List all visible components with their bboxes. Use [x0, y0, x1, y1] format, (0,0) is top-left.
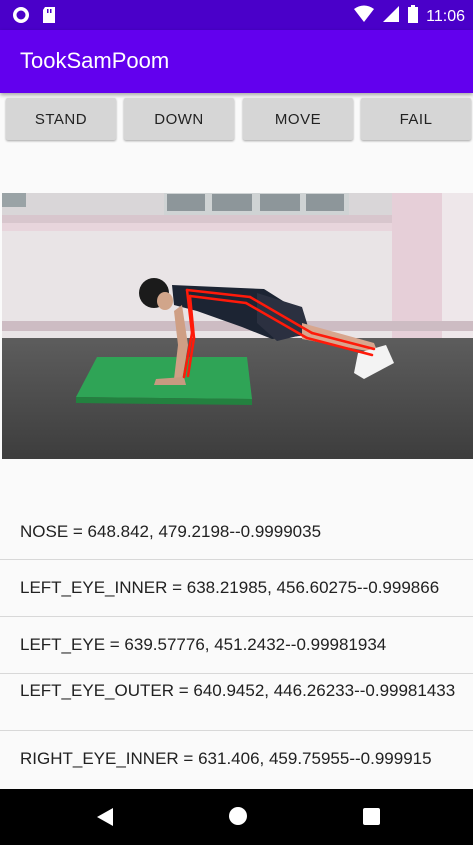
wifi-icon — [354, 5, 375, 28]
app-title: TookSamPoom — [20, 48, 170, 73]
recents-icon[interactable] — [363, 808, 380, 830]
list-item-text: RIGHT_EYE_INNER = 631.406, 459.75955--0.… — [20, 749, 432, 768]
list-item-text: NOSE = 648.842, 479.2198--0.9999035 — [20, 522, 322, 541]
stand-button[interactable]: STAND — [6, 98, 116, 140]
button-row: STAND DOWN MOVE FAIL — [0, 98, 473, 142]
status-right: 11:06 — [354, 5, 465, 28]
move-button[interactable]: MOVE — [243, 98, 353, 140]
sd-card-icon — [42, 6, 56, 29]
list-item-text: LEFT_EYE = 639.57776, 451.2432--0.999819… — [20, 635, 387, 654]
battery-icon — [408, 5, 419, 28]
signal-icon — [382, 5, 400, 28]
status-left — [12, 6, 56, 29]
list-item: RIGHT_EYE_INNER = 631.406, 459.75955--0.… — [0, 731, 473, 787]
back-icon[interactable] — [96, 807, 114, 832]
list-item-text: LEFT_EYE_INNER = 638.21985, 456.60275--0… — [20, 578, 440, 597]
list-item: LEFT_EYE = 639.57776, 451.2432--0.999819… — [0, 617, 473, 674]
app-notification-icon — [12, 6, 30, 29]
navigation-bar — [0, 789, 473, 845]
app-bar: TookSamPoom — [0, 30, 473, 93]
list-item: LEFT_EYE_OUTER = 640.9452, 446.26233--0.… — [0, 674, 473, 731]
down-button[interactable]: DOWN — [124, 98, 234, 140]
fail-button[interactable]: FAIL — [361, 98, 471, 140]
status-bar: 11:06 — [0, 0, 473, 30]
list-item: LEFT_EYE_INNER = 638.21985, 456.60275--0… — [0, 560, 473, 617]
pose-image — [2, 193, 473, 459]
status-time: 11:06 — [426, 7, 465, 25]
home-icon[interactable] — [228, 806, 248, 831]
list-item: NOSE = 648.842, 479.2198--0.9999035 — [0, 503, 473, 560]
list-item-text: LEFT_EYE_OUTER = 640.9452, 446.26233--0.… — [20, 681, 456, 700]
